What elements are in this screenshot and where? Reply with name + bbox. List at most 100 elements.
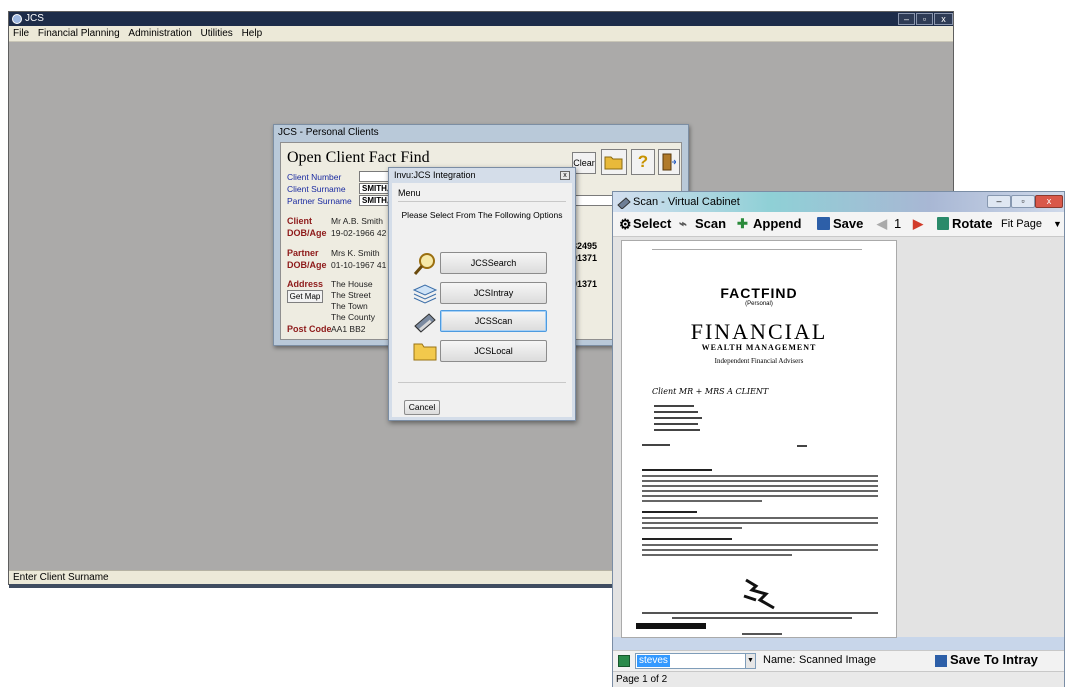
menu-administration[interactable]: Administration	[128, 28, 191, 39]
integration-menu[interactable]: Menu	[398, 188, 421, 198]
menu-help[interactable]: Help	[242, 28, 263, 39]
cancel-button[interactable]: Cancel	[404, 400, 440, 415]
scan-title: Scan - Virtual Cabinet	[633, 196, 740, 208]
doc-handwritten: Client MR + MRS A CLIENT	[652, 387, 769, 396]
doc-text	[642, 554, 792, 556]
minimize-button[interactable]: –	[987, 195, 1011, 208]
doc-brand: FINANCIAL	[690, 319, 828, 344]
chevron-down-icon[interactable]: ▼	[1053, 212, 1062, 236]
save-icon	[935, 655, 947, 667]
page-number: 1	[894, 216, 902, 231]
maximize-button[interactable]: ▫	[1011, 195, 1035, 208]
maximize-button[interactable]: ▫	[916, 13, 933, 25]
doc-text	[642, 549, 878, 551]
doc-text	[642, 480, 878, 482]
client-value: Mr A.B. Smith	[331, 216, 383, 226]
intray-icon	[412, 284, 438, 304]
folder-icon	[604, 156, 623, 170]
client-number-label: Client Number	[287, 172, 342, 182]
append-icon: ✚	[737, 216, 748, 231]
jcs-intray-button[interactable]: JCSIntray	[440, 282, 547, 304]
user-icon	[618, 655, 630, 667]
doc-text	[642, 612, 878, 614]
exit-door-icon	[662, 153, 677, 171]
doc-tagline: Independent Financial Advisers	[714, 357, 804, 365]
scanner-icon	[617, 197, 631, 209]
save-icon	[817, 217, 830, 230]
scan-window: Scan - Virtual Cabinet – ▫ x ⚙ Select ⌁ …	[612, 191, 1065, 687]
doc-logo-stamp	[743, 578, 775, 610]
get-map-button[interactable]: Get Map	[287, 290, 323, 303]
doc-subtitle: (Personal)	[745, 301, 773, 307]
doc-text	[742, 633, 782, 635]
app-title: JCS	[25, 13, 44, 24]
scanned-document-page: FACTFIND (Personal) FINANCIAL WEALTH MAN…	[621, 240, 897, 638]
client-dob-label: DOB/Age	[287, 228, 327, 238]
doc-text	[642, 469, 712, 471]
scan-toolbar: ⚙ Select ⌁ Scan ✚ Append Save ◀ 1 ▶ Rota…	[613, 212, 1064, 237]
partner-surname-label: Partner Surname	[287, 196, 352, 206]
doc-text	[642, 485, 878, 487]
menu-financial-planning[interactable]: Financial Planning	[38, 28, 120, 39]
integration-body: Menu Please Select From The Following Op…	[392, 183, 572, 417]
name-value[interactable]: Scanned Image	[799, 654, 876, 666]
help-button[interactable]: ?	[631, 149, 655, 175]
partner-dob-value: 01-10-1967 41	[331, 260, 387, 270]
jcs-local-button[interactable]: JCSLocal	[440, 340, 547, 362]
folder-icon	[413, 343, 437, 361]
integration-dialog: Invu:JCS Integration x Menu Please Selec…	[388, 167, 576, 421]
save-to-intray-button[interactable]: Save To Intray	[950, 652, 1038, 667]
previous-page-arrow-icon[interactable]: ◀	[877, 212, 887, 236]
scan-button[interactable]: Scan	[695, 212, 726, 236]
client-surname-label: Client Surname	[287, 184, 346, 194]
select-button[interactable]: Select	[633, 212, 671, 236]
address-line: The Town	[331, 301, 368, 311]
doc-text	[642, 527, 742, 529]
doc-text	[642, 517, 878, 519]
save-button[interactable]: Save	[833, 212, 863, 236]
postcode-label: Post Code	[287, 324, 332, 334]
integration-title: Invu:JCS Integration	[394, 170, 476, 180]
close-button[interactable]: x	[1035, 195, 1063, 208]
user-select[interactable]: steves	[635, 653, 756, 669]
menu-file[interactable]: File	[13, 28, 29, 39]
doc-redaction	[636, 623, 706, 629]
doc-text	[642, 495, 878, 497]
partner-dob-label: DOB/Age	[287, 260, 327, 270]
doc-text	[642, 544, 878, 546]
doc-text	[654, 417, 702, 419]
next-page-arrow-icon[interactable]: ▶	[913, 212, 923, 236]
doc-text	[654, 405, 694, 407]
scan-titlebar: Scan - Virtual Cabinet – ▫ x	[613, 192, 1064, 212]
zoom-select[interactable]: Fit Page	[1001, 212, 1042, 236]
scanner-icon: ⌁	[679, 216, 687, 231]
exit-button[interactable]	[658, 149, 680, 175]
app-icon	[12, 14, 22, 24]
client-dob-value: 19-02-1966 42	[331, 228, 387, 238]
doc-text	[654, 423, 698, 425]
doc-text	[797, 445, 807, 447]
close-button[interactable]: x	[934, 13, 953, 25]
doc-text	[642, 475, 878, 477]
integration-prompt: Please Select From The Following Options	[401, 210, 563, 220]
address-line: The County	[331, 312, 375, 322]
client-label: Client	[287, 216, 313, 226]
integration-close-button[interactable]: x	[560, 171, 570, 180]
minimize-button[interactable]: –	[898, 13, 915, 25]
chevron-down-icon[interactable]: ▼	[745, 653, 756, 669]
jcs-scan-button[interactable]: JCSScan	[440, 310, 547, 332]
doc-text	[642, 444, 670, 446]
rotate-button[interactable]: Rotate	[952, 212, 992, 236]
partner-label: Partner	[287, 248, 319, 258]
open-folder-button[interactable]	[601, 149, 627, 175]
doc-text	[642, 538, 732, 540]
name-label: Name:	[763, 654, 796, 666]
document-viewer[interactable]: FACTFIND (Personal) FINANCIAL WEALTH MAN…	[613, 237, 1064, 638]
menu-utilities[interactable]: Utilities	[201, 28, 233, 39]
doc-title: FACTFIND	[720, 285, 798, 301]
divider	[398, 382, 566, 383]
append-button[interactable]: Append	[753, 212, 801, 236]
dialog-title: JCS - Personal Clients	[278, 127, 379, 138]
rotate-icon	[937, 217, 949, 230]
jcs-search-button[interactable]: JCSSearch	[440, 252, 547, 274]
